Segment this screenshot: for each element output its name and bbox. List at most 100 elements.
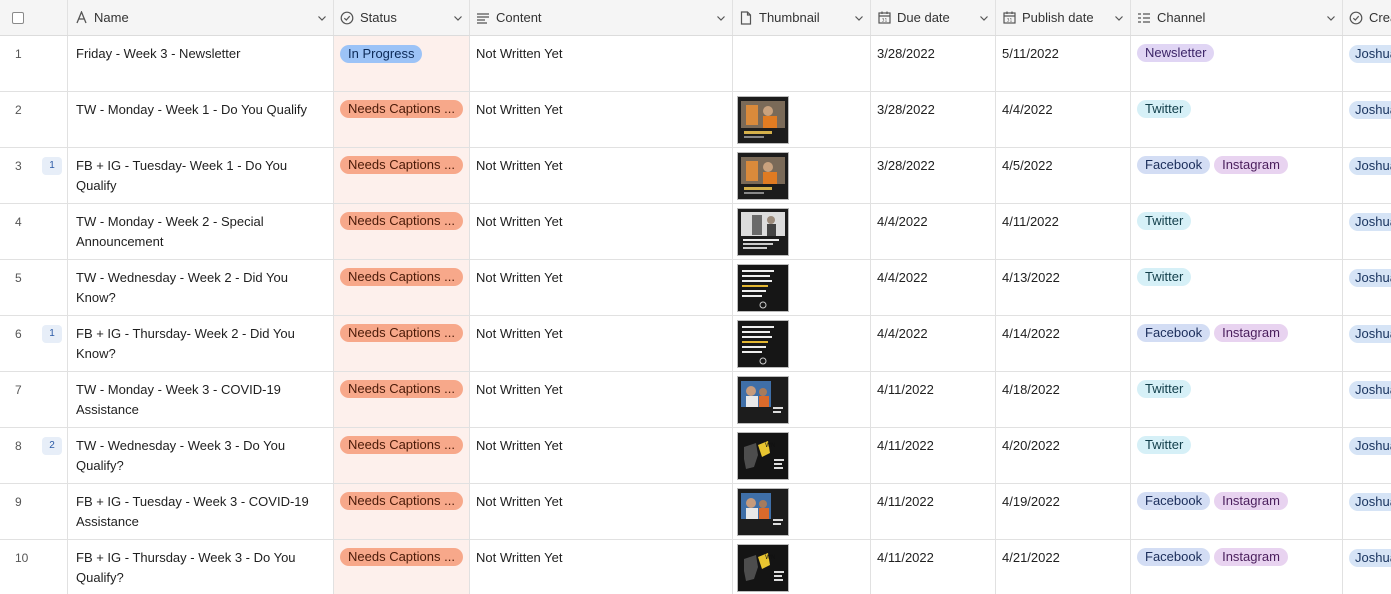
due-date-cell[interactable]: 3/28/2022 [871,148,996,203]
due-date-cell[interactable]: 4/4/2022 [871,204,996,259]
row-number-cell[interactable]: 82 [0,428,68,483]
name-cell[interactable]: TW - Monday - Week 2 - Special Announcem… [68,204,334,259]
name-cell[interactable]: TW - Monday - Week 1 - Do You Qualify [68,92,334,147]
thumbnail-cell[interactable] [733,316,871,371]
row-number-cell[interactable]: 1 [0,36,68,91]
creator-cell[interactable]: Joshua [1343,484,1391,539]
due-date-cell[interactable]: 3/28/2022 [871,36,996,91]
channel-cell[interactable]: Facebook Instagram [1131,316,1343,371]
thumbnail-image[interactable] [737,376,789,424]
thumbnail-image[interactable]: WN [737,544,789,592]
creator-cell[interactable]: Joshua [1343,204,1391,259]
due-date-cell[interactable]: 4/4/2022 [871,260,996,315]
column-header-due-date[interactable]: 31 Due date [871,0,996,35]
publish-date-cell[interactable]: 4/13/2022 [996,260,1131,315]
name-cell[interactable]: FB + IG - Tuesday- Week 1 - Do You Quali… [68,148,334,203]
column-header-content[interactable]: Content [470,0,733,35]
channel-cell[interactable]: Facebook Instagram [1131,484,1343,539]
thumbnail-cell[interactable] [733,204,871,259]
channel-cell[interactable]: Facebook Instagram [1131,148,1343,203]
status-cell[interactable]: Needs Captions ... [334,260,470,315]
due-date-cell[interactable]: 3/28/2022 [871,92,996,147]
table-row[interactable]: 10 FB + IG - Thursday - Week 3 - Do You Q… [0,540,1391,594]
column-header-status[interactable]: Status [334,0,470,35]
creator-cell[interactable]: Joshua [1343,260,1391,315]
table-row[interactable]: 6 1 FB + IG - Thursday- Week 2 - Did You K… [0,316,1391,372]
content-cell[interactable]: Not Written Yet [470,36,733,91]
thumbnail-cell[interactable] [733,372,871,427]
name-cell[interactable]: FB + IG - Tuesday - Week 3 - COVID-19 As… [68,484,334,539]
publish-date-cell[interactable]: 5/11/2022 [996,36,1131,91]
status-cell[interactable]: Needs Captions ... [334,428,470,483]
publish-date-cell[interactable]: 4/18/2022 [996,372,1131,427]
creator-cell[interactable]: Joshua [1343,540,1391,594]
select-all-checkbox[interactable] [12,11,24,24]
column-header-channel[interactable]: Channel [1131,0,1343,35]
row-number-cell[interactable]: 10 [0,540,68,594]
thumbnail-image[interactable] [737,488,789,536]
status-cell[interactable]: Needs Captions ... [334,372,470,427]
publish-date-cell[interactable]: 4/4/2022 [996,92,1131,147]
row-number-cell[interactable]: 7 [0,372,68,427]
table-row[interactable]: 4 TW - Monday - Week 2 - Special Announce… [0,204,1391,260]
status-cell[interactable]: Needs Captions ... [334,148,470,203]
due-date-cell[interactable]: 4/11/2022 [871,540,996,594]
select-all-cell[interactable] [0,0,68,35]
chevron-down-icon[interactable] [716,13,726,23]
row-number-cell[interactable]: 5 [0,260,68,315]
table-row[interactable]: 9 FB + IG - Tuesday - Week 3 - COVID-19 A… [0,484,1391,540]
status-cell[interactable]: Needs Captions ... [334,484,470,539]
publish-date-cell[interactable]: 4/19/2022 [996,484,1131,539]
status-cell[interactable]: Needs Captions ... [334,316,470,371]
row-number-cell[interactable]: 2 [0,92,68,147]
column-header-publish-date[interactable]: 31 Publish date [996,0,1131,35]
creator-cell[interactable]: Joshua [1343,36,1391,91]
content-cell[interactable]: Not Written Yet [470,428,733,483]
content-cell[interactable]: Not Written Yet [470,260,733,315]
channel-cell[interactable]: Facebook Instagram [1131,540,1343,594]
thumbnail-cell[interactable]: WN [733,540,871,594]
thumbnail-cell[interactable]: WN [733,428,871,483]
thumbnail-cell[interactable] [733,92,871,147]
content-cell[interactable]: Not Written Yet [470,540,733,594]
channel-cell[interactable]: Newsletter [1131,36,1343,91]
channel-cell[interactable]: Twitter [1131,92,1343,147]
thumbnail-image[interactable] [737,320,789,368]
name-cell[interactable]: FB + IG - Thursday- Week 2 - Did You Kno… [68,316,334,371]
row-number-cell[interactable]: 31 [0,148,68,203]
chevron-down-icon[interactable] [1326,13,1336,23]
content-cell[interactable]: Not Written Yet [470,316,733,371]
column-header-thumbnail[interactable]: Thumbnail [733,0,871,35]
row-number-cell[interactable]: 61 [0,316,68,371]
creator-cell[interactable]: Joshua [1343,92,1391,147]
thumbnail-cell[interactable] [733,148,871,203]
content-cell[interactable]: Not Written Yet [470,484,733,539]
publish-date-cell[interactable]: 4/5/2022 [996,148,1131,203]
thumbnail-image[interactable] [737,96,789,144]
chevron-down-icon[interactable] [1114,13,1124,23]
creator-cell[interactable]: Joshua [1343,148,1391,203]
chevron-down-icon[interactable] [453,13,463,23]
creator-cell[interactable]: Joshua [1343,372,1391,427]
comment-count-badge[interactable]: 2 [42,437,62,455]
name-cell[interactable]: TW - Wednesday - Week 2 - Did You Know? [68,260,334,315]
column-header-name[interactable]: Name [68,0,334,35]
status-cell[interactable]: Needs Captions ... [334,204,470,259]
creator-cell[interactable]: Joshua [1343,316,1391,371]
table-row[interactable]: 2 TW - Monday - Week 1 - Do You Qualify Ne… [0,92,1391,148]
chevron-down-icon[interactable] [854,13,864,23]
row-number-cell[interactable]: 4 [0,204,68,259]
comment-count-badge[interactable]: 1 [42,325,62,343]
status-cell[interactable]: In Progress [334,36,470,91]
table-row[interactable]: 7 TW - Monday - Week 3 - COVID-19 Assista… [0,372,1391,428]
due-date-cell[interactable]: 4/4/2022 [871,316,996,371]
table-row[interactable]: 8 2 TW - Wednesday - Week 3 - Do You Quali… [0,428,1391,484]
name-cell[interactable]: TW - Wednesday - Week 3 - Do You Qualify… [68,428,334,483]
row-number-cell[interactable]: 9 [0,484,68,539]
thumbnail-cell[interactable] [733,36,871,91]
thumbnail-image[interactable] [737,264,789,312]
publish-date-cell[interactable]: 4/11/2022 [996,204,1131,259]
status-cell[interactable]: Needs Captions ... [334,92,470,147]
name-cell[interactable]: FB + IG - Thursday - Week 3 - Do You Qua… [68,540,334,594]
due-date-cell[interactable]: 4/11/2022 [871,372,996,427]
